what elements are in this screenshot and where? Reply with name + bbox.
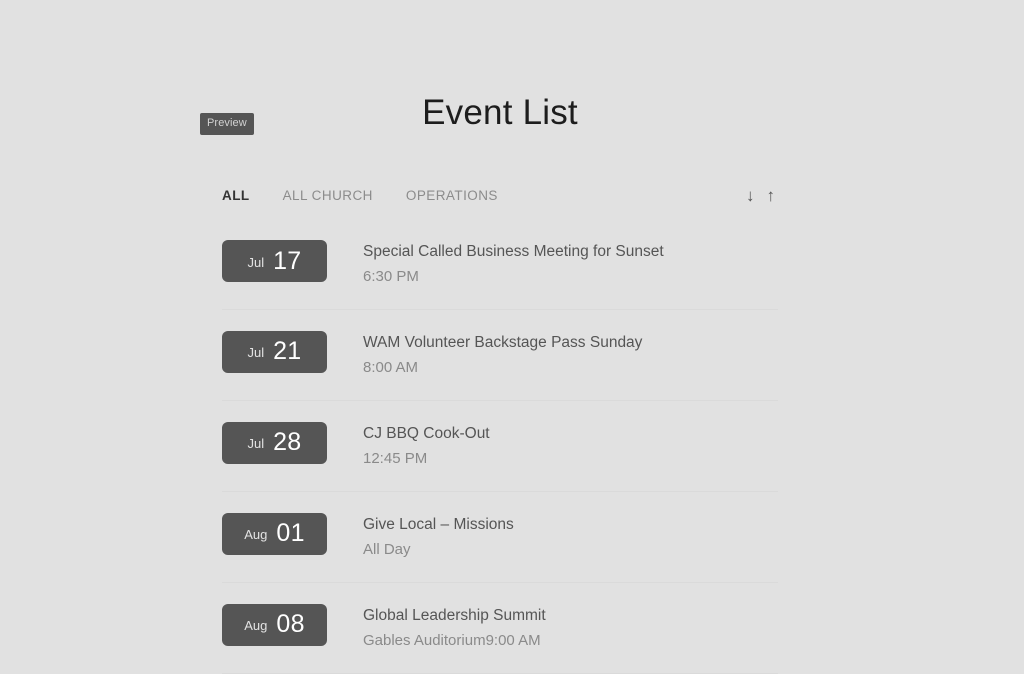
tab-all[interactable]: ALL (222, 188, 250, 203)
event-info: WAM Volunteer Backstage Pass Sunday 8:00 … (363, 331, 642, 378)
event-date-day: 28 (273, 428, 302, 457)
event-row[interactable]: Jul 17 Special Called Business Meeting for… (222, 240, 778, 310)
event-title[interactable]: CJ BBQ Cook-Out (363, 424, 490, 445)
event-list-panel: ALL ALL CHURCH OPERATIONS ↓ ↑ Jul 17 Special … (222, 182, 778, 674)
event-meta: 6:30 PM (363, 267, 419, 285)
event-date-day: 21 (273, 337, 302, 366)
event-date-chip: Jul 21 (222, 330, 327, 373)
sort-controls: ↓ ↑ (746, 187, 778, 204)
event-meta: 8:00 AM (363, 358, 419, 376)
event-date-chip: Aug 01 (222, 512, 327, 555)
sort-ascending-icon[interactable]: ↑ (767, 187, 776, 204)
tab-operations[interactable]: OPERATIONS (406, 188, 498, 203)
event-info: Global Leadership Summit Gables Auditoriu… (363, 604, 546, 651)
event-meta: 12:45 PM (363, 449, 428, 467)
event-list: Jul 17 Special Called Business Meeting for… (222, 240, 778, 674)
event-row[interactable]: Aug 08 Global Leadership Summit Gables Audi… (222, 583, 778, 674)
event-date-day: 17 (273, 246, 302, 275)
tab-all-church[interactable]: ALL CHURCH (283, 188, 373, 203)
event-date-day: 01 (276, 519, 305, 548)
event-row[interactable]: Jul 28 CJ BBQ Cook-Out 12:45 PM (222, 401, 778, 492)
event-row[interactable]: Aug 01 Give Local – Missions All Day (222, 492, 778, 583)
page-title: Event List (422, 93, 578, 132)
event-title[interactable]: Global Leadership Summit (363, 606, 546, 627)
event-info: Special Called Business Meeting for Suns… (363, 240, 664, 287)
event-title[interactable]: Give Local – Missions (363, 515, 514, 536)
event-row[interactable]: Jul 21 WAM Volunteer Backstage Pass Sunday… (222, 310, 778, 401)
event-date-month: Aug (244, 618, 268, 634)
event-title[interactable]: WAM Volunteer Backstage Pass Sunday (363, 333, 642, 354)
event-meta: All Day (363, 540, 411, 558)
event-date-month: Jul (247, 345, 265, 361)
event-meta: Gables Auditorium9:00 AM (363, 631, 541, 649)
tab-list: ALL ALL CHURCH OPERATIONS (222, 188, 531, 203)
event-date-month: Jul (247, 436, 265, 452)
sort-descending-icon[interactable]: ↓ (746, 187, 755, 204)
event-info: CJ BBQ Cook-Out 12:45 PM (363, 422, 490, 469)
event-date-chip: Jul 28 (222, 421, 327, 464)
event-info: Give Local – Missions All Day (363, 513, 514, 560)
event-title[interactable]: Special Called Business Meeting for Suns… (363, 242, 664, 263)
event-date-chip: Jul 17 (222, 240, 327, 282)
filter-bar: ALL ALL CHURCH OPERATIONS ↓ ↑ (222, 182, 778, 208)
event-date-month: Jul (247, 254, 265, 270)
event-date-month: Aug (244, 527, 268, 543)
event-date-chip: Aug 08 (222, 603, 327, 646)
event-date-day: 08 (276, 610, 305, 639)
